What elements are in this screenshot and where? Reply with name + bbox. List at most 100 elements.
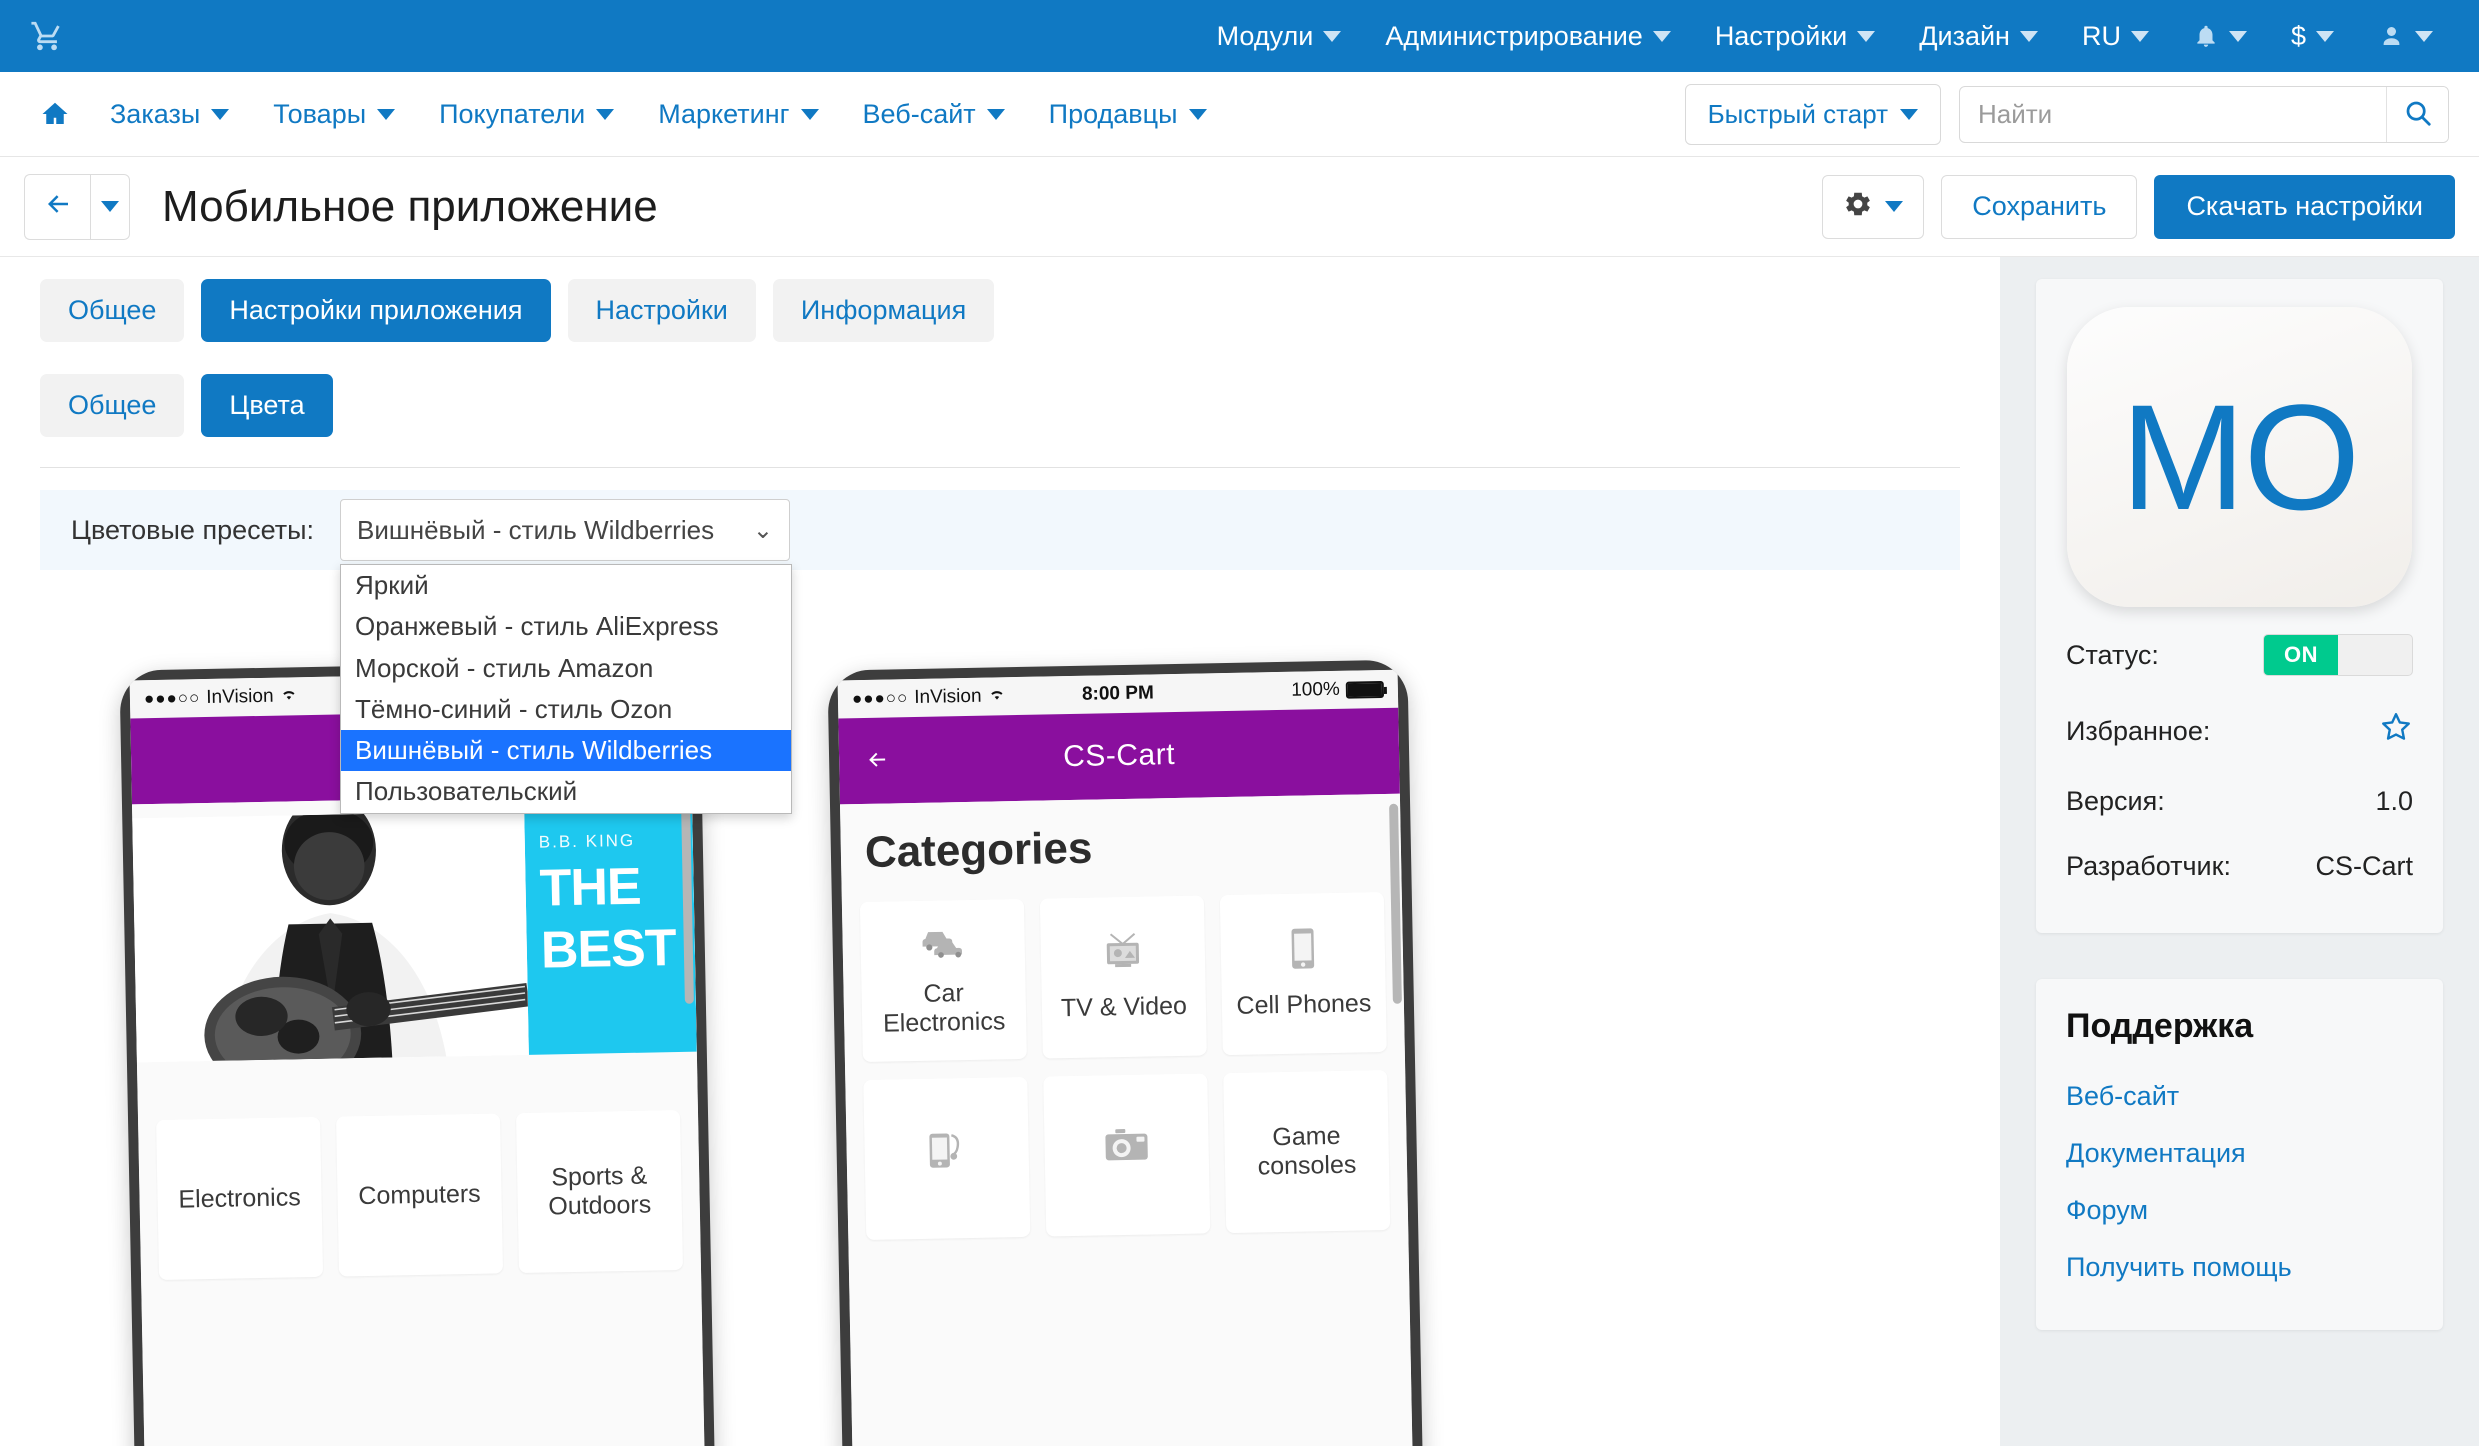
dropdown-option-marine-amazon[interactable]: Морской - стиль Amazon <box>341 648 791 689</box>
section-divider <box>40 467 1960 468</box>
topnav-item-design[interactable]: Дизайн <box>1897 21 2060 52</box>
support-panel: Поддержка Веб-сайт Документация Форум По… <box>2036 979 2443 1330</box>
star-icon[interactable] <box>2379 710 2413 752</box>
gear-icon <box>1843 189 1873 224</box>
search-box <box>1959 85 2449 143</box>
save-button[interactable]: Сохранить <box>1941 174 2138 239</box>
topnav-item-settings[interactable]: Настройки <box>1693 21 1897 52</box>
right-sidebar: MO Статус: ON Избранное: Версия: 1.0 Раз… <box>2000 257 2479 1446</box>
category-card[interactable]: Car Electronics <box>859 898 1027 1063</box>
search-input[interactable] <box>1960 86 2386 142</box>
settings-menu-button[interactable] <box>1822 174 1925 239</box>
phone2-status-left: ●●●○○ InVision <box>852 685 1030 710</box>
category-label: Cell Phones <box>1236 989 1372 1020</box>
category-label: Car Electronics <box>882 978 1006 1038</box>
dropdown-option-cherry-wildberries[interactable]: Вишнёвый - стиль Wildberries <box>341 730 791 772</box>
subnav-item-products[interactable]: Товары <box>251 99 417 130</box>
chevron-down-icon <box>800 108 819 120</box>
category-card[interactable]: Sports & Outdoors <box>515 1109 684 1274</box>
main-layout: Общее Настройки приложения Настройки Инф… <box>0 257 2479 1446</box>
topnav-item-language[interactable]: RU <box>2060 21 2171 52</box>
status-toggle-on-label: ON <box>2264 635 2338 675</box>
dropdown-option-bright[interactable]: Яркий <box>341 565 791 606</box>
arrow-left-icon[interactable] <box>861 741 894 781</box>
download-settings-button[interactable]: Скачать настройки <box>2154 174 2455 239</box>
camera-icon <box>1103 1126 1150 1170</box>
developer-row: Разработчик: CS-Cart <box>2066 834 2413 899</box>
notifications-menu[interactable] <box>2171 22 2269 50</box>
topnav-item-administration[interactable]: Администрирование <box>1363 21 1692 52</box>
subnav-item-marketing[interactable]: Маркетинг <box>636 99 840 130</box>
subnav-item-website[interactable]: Веб-сайт <box>841 99 1027 130</box>
chevron-down-icon <box>1652 30 1671 42</box>
phone2-status-right: 100% <box>1206 678 1385 703</box>
subtab-colors[interactable]: Цвета <box>201 374 333 437</box>
phone2-app-title: CS-Cart <box>1062 737 1176 774</box>
promo-banner[interactable]: B.B. KING THE BEST <box>132 807 697 1063</box>
category-card[interactable]: TV & Video <box>1039 895 1207 1059</box>
back-button[interactable] <box>24 173 90 240</box>
quick-start-label: Быстрый старт <box>1707 98 1888 129</box>
tab-app-settings[interactable]: Настройки приложения <box>201 279 551 342</box>
category-card[interactable] <box>863 1076 1031 1241</box>
status-label: Статус: <box>2066 639 2159 670</box>
phone1-category-grid: Electronics Computers Sports & Outdoors <box>138 1092 701 1281</box>
page-title-bar: Мобильное приложение Сохранить Скачать н… <box>0 157 2479 257</box>
back-dropdown-button[interactable] <box>90 173 130 240</box>
chevron-down-icon <box>1188 108 1207 120</box>
secondary-tabs: Общее Цвета <box>0 342 2000 437</box>
color-preset-label: Цветовые пресеты: <box>70 514 314 545</box>
app-info-panel: MO Статус: ON Избранное: Версия: 1.0 Раз… <box>2036 279 2443 933</box>
chevron-down-icon <box>2019 30 2038 42</box>
banner-line2: BEST <box>540 919 677 980</box>
phone2-screen: ●●●○○ InVision 8:00 PM 100% CS-Cart Cate… <box>837 669 1415 1446</box>
category-label: TV & Video <box>1060 991 1188 1023</box>
bell-icon <box>2193 22 2219 50</box>
battery-percent: 100% <box>1291 678 1341 701</box>
cart-icon[interactable] <box>24 13 70 59</box>
topnav-item-modules[interactable]: Модули <box>1195 21 1364 52</box>
category-card[interactable]: Cell Phones <box>1219 892 1387 1056</box>
chevron-down-icon <box>211 108 230 120</box>
dropdown-option-darkblue-ozon[interactable]: Тёмно-синий - стиль Ozon <box>341 689 791 730</box>
dropdown-option-orange-aliexpress[interactable]: Оранжевый - стиль AliExpress <box>341 606 791 647</box>
search-button[interactable] <box>2386 86 2448 142</box>
topbar-nav: Модули Администрирование Настройки Дизай… <box>1195 21 2455 52</box>
status-toggle[interactable]: ON <box>2263 634 2413 676</box>
categories-heading: Categories <box>864 823 1093 877</box>
account-menu[interactable] <box>2356 22 2455 50</box>
subnav-item-orders[interactable]: Заказы <box>88 99 251 130</box>
dropdown-option-custom[interactable]: Пользовательский <box>341 771 791 812</box>
topnav-label: Дизайн <box>1919 20 2010 51</box>
support-link-get-help[interactable]: Получить помощь <box>2066 1239 2413 1296</box>
category-card[interactable] <box>1043 1073 1211 1237</box>
subnav-item-vendors[interactable]: Продавцы <box>1027 99 1229 130</box>
color-preset-dropdown: Яркий Оранжевый - стиль AliExpress Морск… <box>340 564 792 814</box>
app-preview-area: ●●●○○ InVision 8:00 PM 100% <box>0 637 2000 1446</box>
content-area: Общее Настройки приложения Настройки Инф… <box>0 257 2000 1446</box>
support-link-website[interactable]: Веб-сайт <box>2066 1068 2413 1125</box>
support-link-forum[interactable]: Форум <box>2066 1182 2413 1239</box>
version-row: Версия: 1.0 <box>2066 769 2413 834</box>
currency-label: $ <box>2290 20 2306 51</box>
chevron-down-icon <box>1885 201 1904 212</box>
wifi-icon <box>987 685 1005 707</box>
chevron-down-icon <box>596 108 615 120</box>
tab-settings[interactable]: Настройки <box>567 279 756 342</box>
tab-general[interactable]: Общее <box>40 279 185 342</box>
chevron-down-icon <box>1900 108 1918 120</box>
topnav-label: Модули <box>1216 20 1314 51</box>
support-link-documentation[interactable]: Документация <box>2066 1125 2413 1182</box>
category-card[interactable]: Game consoles <box>1223 1069 1391 1234</box>
color-preset-select[interactable]: Вишнёвый - стиль Wildberries ⌄ <box>340 499 790 561</box>
home-icon[interactable] <box>22 99 88 129</box>
tab-information[interactable]: Информация <box>772 279 995 342</box>
category-card[interactable]: Computers <box>336 1113 504 1277</box>
status-row: Статус: ON <box>2066 617 2413 693</box>
subnav-item-customers[interactable]: Покупатели <box>417 99 636 130</box>
phone2-category-grid-row1: Car Electronics TV & Video Cell Phones <box>842 874 1405 1063</box>
category-card[interactable]: Electronics <box>156 1116 324 1281</box>
quick-start-button[interactable]: Быстрый старт <box>1684 83 1941 145</box>
subtab-general[interactable]: Общее <box>40 374 185 437</box>
currency-menu[interactable]: $ <box>2269 21 2356 52</box>
